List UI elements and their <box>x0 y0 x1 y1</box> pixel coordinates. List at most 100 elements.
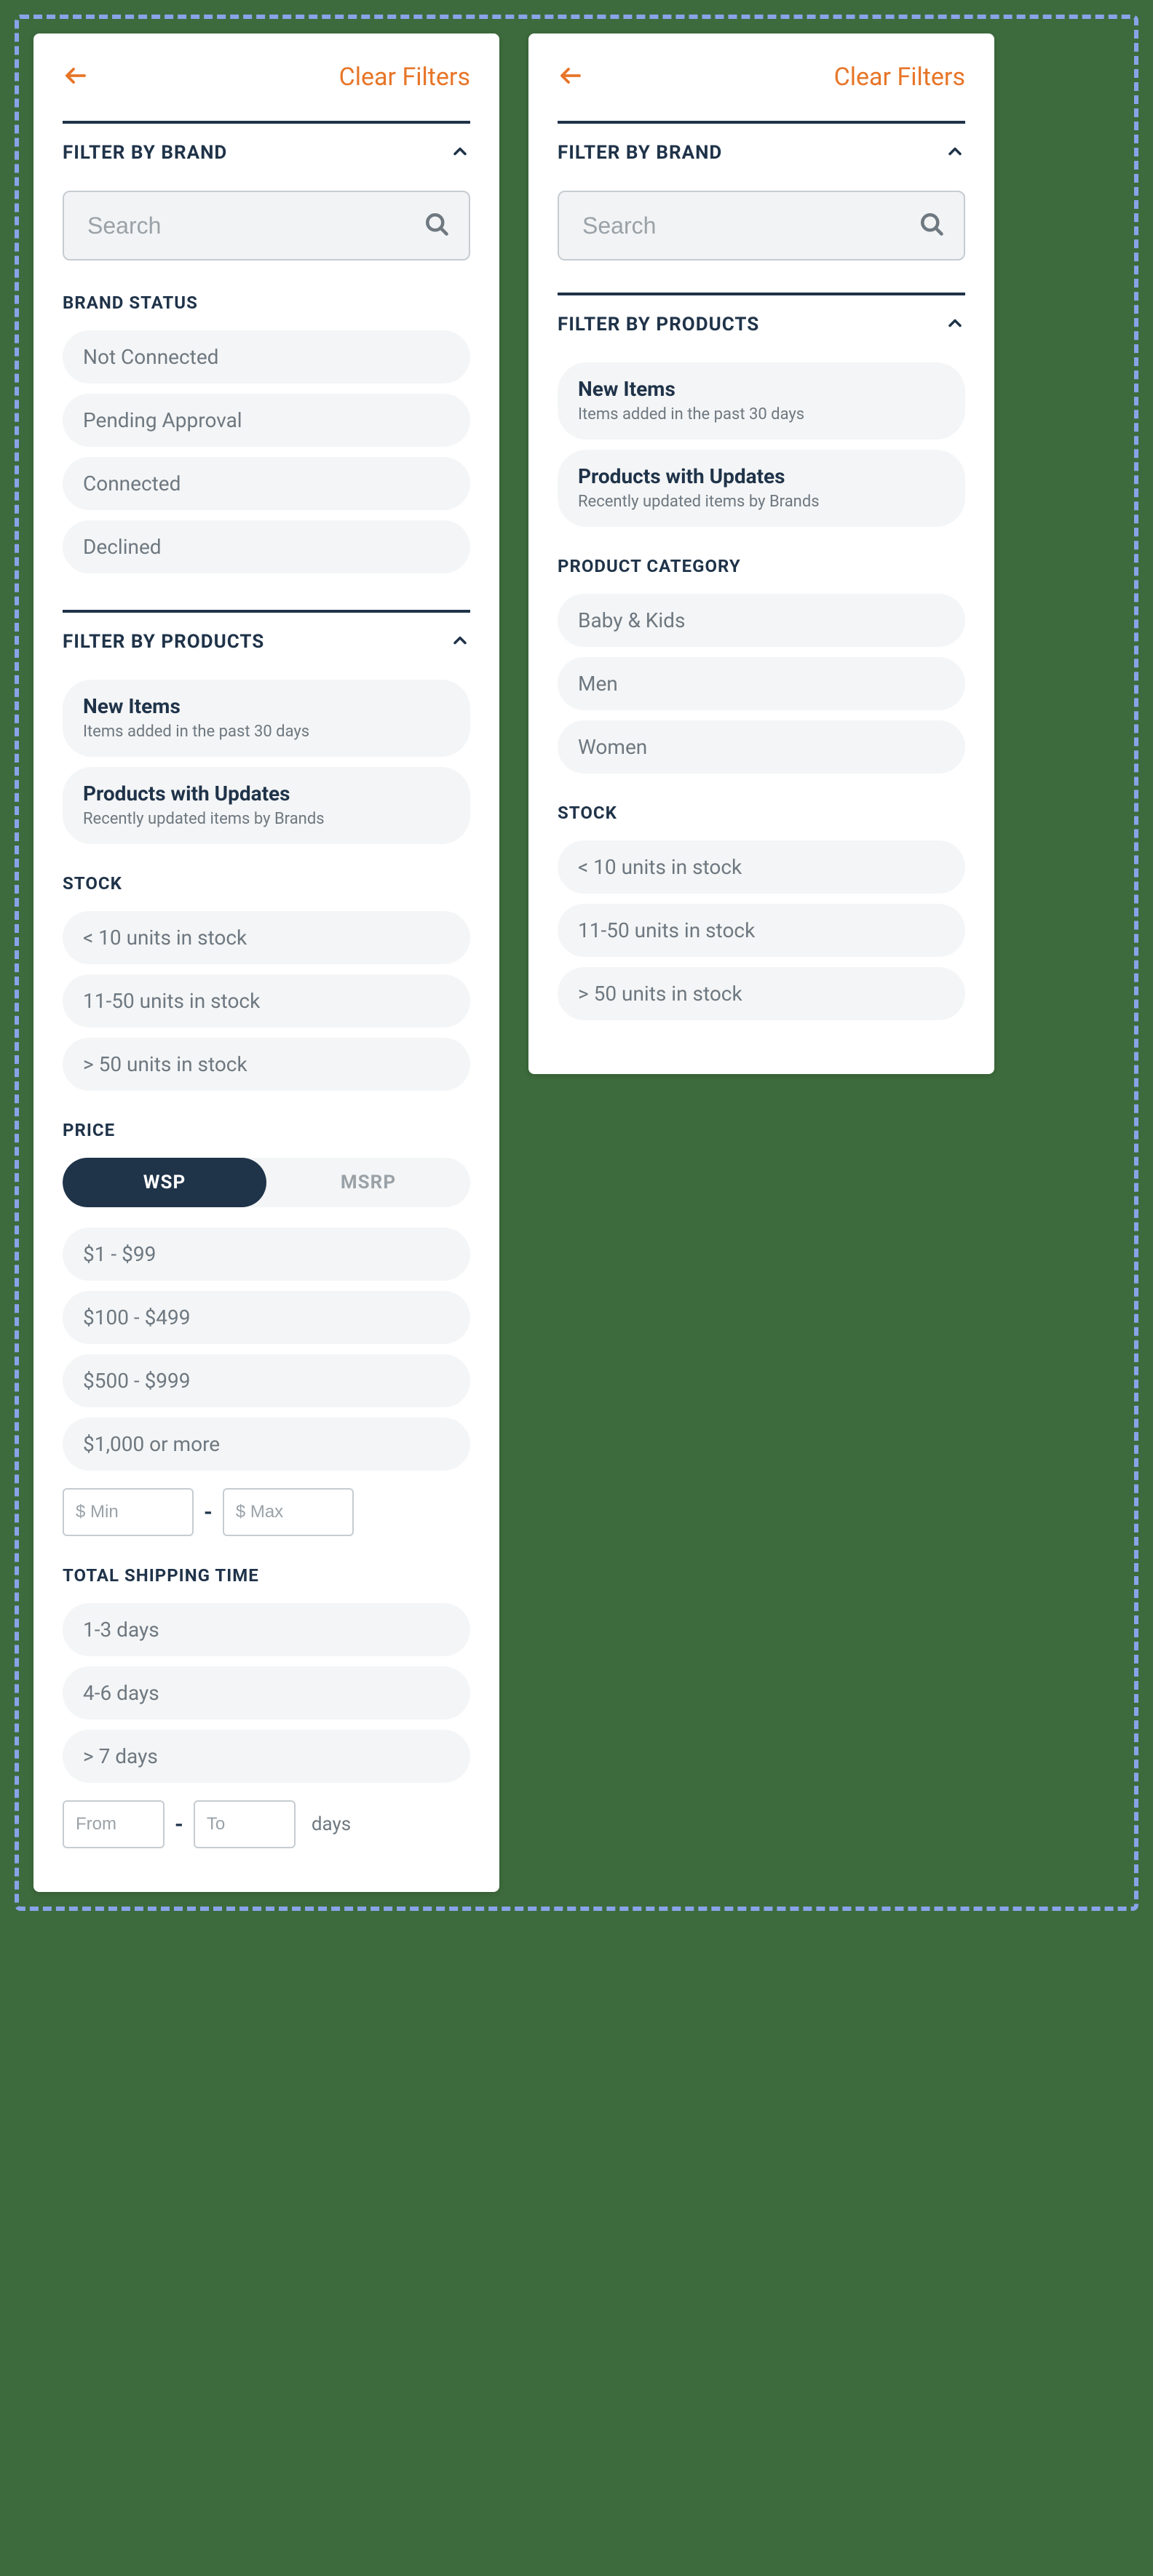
pill-label: < 10 units in stock <box>83 926 450 950</box>
chevron-up-icon <box>945 313 965 336</box>
price-max-input[interactable] <box>223 1488 354 1536</box>
shipping-to-input[interactable] <box>194 1800 296 1848</box>
brand-search-wrap <box>63 191 470 261</box>
pill-label: Not Connected <box>83 345 450 369</box>
pill-label: $1,000 or more <box>83 1432 450 1456</box>
category-option[interactable]: Women <box>558 720 965 774</box>
shipping-heading: TOTAL SHIPPING TIME <box>63 1565 470 1586</box>
brand-search-wrap <box>558 191 965 261</box>
price-min-input[interactable] <box>63 1488 194 1536</box>
pill-label: > 7 days <box>83 1744 450 1768</box>
stock-option[interactable]: < 10 units in stock <box>558 840 965 894</box>
chevron-up-icon <box>450 141 470 164</box>
back-arrow-icon[interactable] <box>558 63 584 92</box>
price-heading: PRICE <box>63 1120 470 1140</box>
price-range-option[interactable]: $1 - $99 <box>63 1228 470 1281</box>
stock-option[interactable]: 11-50 units in stock <box>558 904 965 957</box>
shipping-option[interactable]: > 7 days <box>63 1730 470 1783</box>
quick-filter-products-updates[interactable]: Products with Updates Recently updated i… <box>558 450 965 527</box>
pill-label: $100 - $499 <box>83 1305 450 1329</box>
price-range-option[interactable]: $1,000 or more <box>63 1418 470 1471</box>
pill-label: 11-50 units in stock <box>83 989 450 1013</box>
category-option[interactable]: Baby & Kids <box>558 594 965 647</box>
products-section-title: FILTER BY PRODUCTS <box>63 631 264 653</box>
back-arrow-icon[interactable] <box>63 63 89 92</box>
products-section-header[interactable]: FILTER BY PRODUCTS <box>63 630 470 653</box>
pill-sub: Items added in the past 30 days <box>83 723 450 741</box>
pill-sub: Items added in the past 30 days <box>578 405 945 424</box>
category-heading: PRODUCT CATEGORY <box>558 556 965 576</box>
toggle-msrp[interactable]: MSRP <box>266 1158 470 1207</box>
panel-header: Clear Filters <box>558 63 965 92</box>
shipping-range-custom: - days <box>63 1800 470 1848</box>
shipping-option[interactable]: 1-3 days <box>63 1603 470 1656</box>
pill-sub: Recently updated items by Brands <box>83 810 450 828</box>
toggle-wsp[interactable]: WSP <box>63 1158 266 1207</box>
pill-label: 4-6 days <box>83 1681 450 1705</box>
brand-status-option[interactable]: Declined <box>63 520 470 573</box>
section-divider <box>558 121 965 124</box>
range-dash: - <box>175 1812 183 1837</box>
chevron-up-icon <box>450 630 470 653</box>
pill-label: > 50 units in stock <box>83 1052 450 1076</box>
brand-section-title: FILTER BY BRAND <box>558 142 722 164</box>
pill-label: 11-50 units in stock <box>578 918 945 942</box>
stock-option[interactable]: > 50 units in stock <box>63 1038 470 1091</box>
pill-label: Pending Approval <box>83 408 450 432</box>
products-section-title: FILTER BY PRODUCTS <box>558 314 759 335</box>
pill-title: New Items <box>578 377 945 401</box>
section-divider <box>558 293 965 295</box>
pill-label: Women <box>578 735 945 759</box>
pill-label: Men <box>578 672 945 696</box>
shipping-from-input[interactable] <box>63 1800 165 1848</box>
range-dash: - <box>204 1500 213 1525</box>
clear-filters-link[interactable]: Clear Filters <box>339 63 470 92</box>
price-range-custom: - <box>63 1488 470 1536</box>
pill-label: > 50 units in stock <box>578 982 945 1006</box>
clear-filters-link[interactable]: Clear Filters <box>834 63 965 92</box>
price-range-option[interactable]: $100 - $499 <box>63 1291 470 1344</box>
brand-search-input[interactable] <box>63 191 470 261</box>
pill-label: 1-3 days <box>83 1618 450 1642</box>
shipping-suffix: days <box>312 1813 351 1835</box>
stock-heading: STOCK <box>558 803 965 823</box>
pill-label: < 10 units in stock <box>578 855 945 879</box>
pill-sub: Recently updated items by Brands <box>578 493 945 511</box>
pill-label: $500 - $999 <box>83 1369 450 1393</box>
filter-panel-compact: Clear Filters FILTER BY BRAND FILTER BY … <box>528 33 994 1074</box>
pill-label: Declined <box>83 535 450 559</box>
price-range-option[interactable]: $500 - $999 <box>63 1354 470 1407</box>
section-divider <box>63 610 470 613</box>
pill-label: Baby & Kids <box>578 608 945 632</box>
brand-section-header[interactable]: FILTER BY BRAND <box>558 141 965 164</box>
quick-filter-products-updates[interactable]: Products with Updates Recently updated i… <box>63 767 470 844</box>
price-type-toggle: WSP MSRP <box>63 1158 470 1207</box>
stock-option[interactable]: 11-50 units in stock <box>63 974 470 1027</box>
section-divider <box>63 121 470 124</box>
brand-section-header[interactable]: FILTER BY BRAND <box>63 141 470 164</box>
brand-section-title: FILTER BY BRAND <box>63 142 227 164</box>
panel-header: Clear Filters <box>63 63 470 92</box>
category-option[interactable]: Men <box>558 657 965 710</box>
quick-filter-new-items[interactable]: New Items Items added in the past 30 day… <box>63 680 470 757</box>
pill-title: New Items <box>83 694 450 718</box>
stock-option[interactable]: < 10 units in stock <box>63 911 470 964</box>
chevron-up-icon <box>945 141 965 164</box>
products-section-header[interactable]: FILTER BY PRODUCTS <box>558 313 965 336</box>
brand-status-option[interactable]: Not Connected <box>63 330 470 383</box>
filter-panel-full: Clear Filters FILTER BY BRAND BRAND STAT… <box>33 33 499 1892</box>
pill-title: Products with Updates <box>83 782 450 806</box>
stock-heading: STOCK <box>63 873 470 894</box>
stock-option[interactable]: > 50 units in stock <box>558 967 965 1020</box>
search-icon[interactable] <box>424 211 450 240</box>
pill-title: Products with Updates <box>578 464 945 488</box>
pill-label: Connected <box>83 472 450 496</box>
pill-label: $1 - $99 <box>83 1242 450 1266</box>
brand-search-input[interactable] <box>558 191 965 261</box>
shipping-option[interactable]: 4-6 days <box>63 1666 470 1720</box>
quick-filter-new-items[interactable]: New Items Items added in the past 30 day… <box>558 362 965 440</box>
brand-status-option[interactable]: Pending Approval <box>63 394 470 447</box>
search-icon[interactable] <box>919 211 945 240</box>
brand-status-heading: BRAND STATUS <box>63 293 470 313</box>
brand-status-option[interactable]: Connected <box>63 457 470 510</box>
